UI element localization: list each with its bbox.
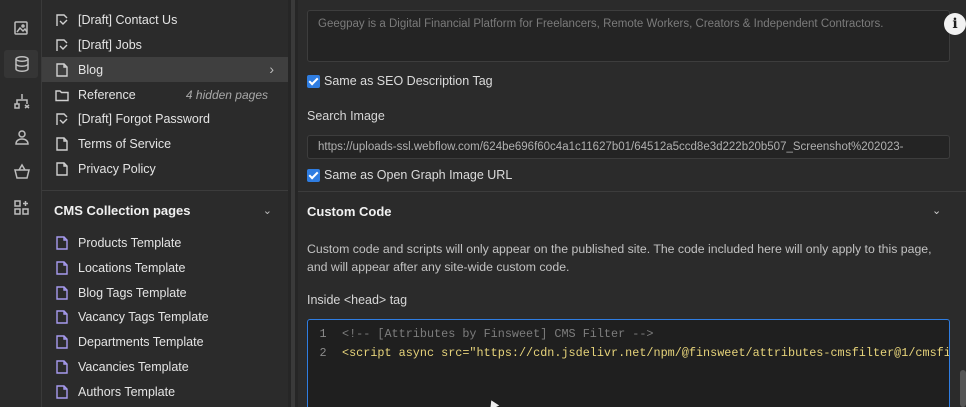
cms-row-products[interactable]: Products Template	[42, 230, 288, 255]
cms-page-icon	[54, 384, 70, 400]
cms-row-label: Products Template	[78, 235, 182, 250]
cms-page-icon	[54, 334, 70, 350]
users-icon[interactable]	[13, 128, 31, 146]
custom-code-description: Custom code and scripts will only appear…	[307, 242, 932, 274]
cms-row-blog-tags[interactable]: Blog Tags Template	[42, 280, 288, 305]
page-row-label: Privacy Policy	[78, 161, 156, 176]
page-settings-panel: Geegpay is a Digital Financial Platform …	[298, 0, 966, 407]
cms-row-label: Departments Template	[78, 334, 204, 349]
cms-row-label: Blog Tags Template	[78, 285, 187, 300]
cms-row-vacancy-tags[interactable]: Vacancy Tags Template	[42, 304, 288, 329]
cms-page-icon	[54, 309, 70, 325]
same-as-og-label: Same as Open Graph Image URL	[324, 168, 513, 182]
page-row-blog[interactable]: Blog ›	[42, 57, 288, 82]
page-row-contact-us[interactable]: [Draft] Contact Us	[42, 7, 288, 32]
page-row-terms[interactable]: Terms of Service	[42, 131, 288, 156]
code-line: <!-- [Attributes by Finsweet] CMS Filter…	[342, 327, 654, 341]
page-row-label: Reference	[78, 87, 136, 102]
chevron-down-icon[interactable]: ⌄	[932, 204, 941, 217]
page-row-label: [Draft] Forgot Password	[78, 111, 210, 126]
checkbox-checked-icon[interactable]	[307, 168, 320, 182]
cms-collection-heading[interactable]: CMS Collection pages ⌄	[54, 200, 276, 220]
code-line: <script async src="https://cdn.jsdelivr.…	[342, 346, 950, 360]
custom-code-title[interactable]: Custom Code	[307, 204, 392, 219]
page-icon	[54, 136, 70, 152]
draft-page-icon	[54, 37, 70, 53]
section-divider	[298, 191, 966, 192]
cms-row-locations[interactable]: Locations Template	[42, 255, 288, 280]
cms-row-authors[interactable]: Authors Template	[42, 379, 288, 404]
assets-icon[interactable]	[13, 18, 31, 36]
apps-icon[interactable]	[13, 199, 31, 217]
inside-head-label: Inside <head> tag	[307, 293, 408, 307]
webflow-designer: [Draft] Contact Us [Draft] Jobs Blog › R…	[0, 0, 966, 407]
cms-page-icon	[54, 260, 70, 276]
cms-row-vacancies[interactable]: Vacancies Template	[42, 354, 288, 379]
page-row-jobs[interactable]: [Draft] Jobs	[42, 32, 288, 57]
same-as-seo-checkbox-row[interactable]: Same as SEO Description Tag	[307, 74, 493, 88]
same-as-seo-label: Same as SEO Description Tag	[324, 74, 493, 88]
page-row-label: Terms of Service	[78, 136, 172, 151]
panel-resize-handle[interactable]	[288, 0, 298, 407]
icon-rail	[0, 0, 42, 407]
page-row-label: [Draft] Contact Us	[78, 12, 178, 27]
hidden-pages-count: 4 hidden pages	[185, 87, 268, 102]
checkbox-checked-icon[interactable]	[307, 74, 320, 88]
info-icon[interactable]: i	[944, 13, 966, 35]
ecommerce-basket-icon[interactable]	[13, 163, 31, 181]
cms-row-label: Locations Template	[78, 260, 186, 275]
chevron-right-icon[interactable]: ›	[269, 61, 274, 77]
page-row-forgot-password[interactable]: [Draft] Forgot Password	[42, 106, 288, 131]
section-divider	[42, 190, 288, 191]
cms-page-icon	[54, 285, 70, 301]
cms-heading-label: CMS Collection pages	[54, 202, 191, 218]
resize-bar	[291, 0, 295, 407]
cms-database-icon[interactable]	[13, 55, 31, 73]
folder-icon	[54, 87, 70, 103]
cms-row-label: Vacancy Tags Template	[78, 309, 209, 324]
scrollbar-thumb[interactable]	[960, 370, 966, 407]
page-icon	[54, 62, 70, 78]
cms-row-label: Authors Template	[78, 384, 176, 399]
pages-panel: [Draft] Contact Us [Draft] Jobs Blog › R…	[42, 0, 288, 407]
cms-page-icon	[54, 235, 70, 251]
draft-page-icon	[54, 12, 70, 28]
draft-page-icon	[54, 111, 70, 127]
cms-row-label: Vacancies Template	[78, 359, 189, 374]
line-number: 2	[319, 346, 327, 360]
search-image-url-input[interactable]: https://uploads-ssl.webflow.com/624be696…	[307, 135, 950, 159]
same-as-og-checkbox-row[interactable]: Same as Open Graph Image URL	[307, 168, 512, 182]
cms-row-departments[interactable]: Departments Template	[42, 329, 288, 354]
page-row-reference[interactable]: Reference 4 hidden pages	[42, 82, 288, 107]
line-number: 1	[319, 327, 327, 341]
og-description-textarea[interactable]: Geegpay is a Digital Financial Platform …	[307, 10, 950, 62]
search-image-label: Search Image	[307, 109, 385, 123]
page-icon	[54, 161, 70, 177]
head-code-editor[interactable]: 1 <!-- [Attributes by Finsweet] CMS Filt…	[307, 319, 950, 407]
chevron-down-icon[interactable]: ⌄	[263, 204, 272, 217]
page-row-label: [Draft] Jobs	[78, 37, 142, 52]
cms-page-icon	[54, 359, 70, 375]
page-row-privacy[interactable]: Privacy Policy	[42, 156, 288, 181]
page-row-label: Blog	[78, 62, 104, 77]
logic-flow-icon[interactable]	[13, 92, 31, 110]
